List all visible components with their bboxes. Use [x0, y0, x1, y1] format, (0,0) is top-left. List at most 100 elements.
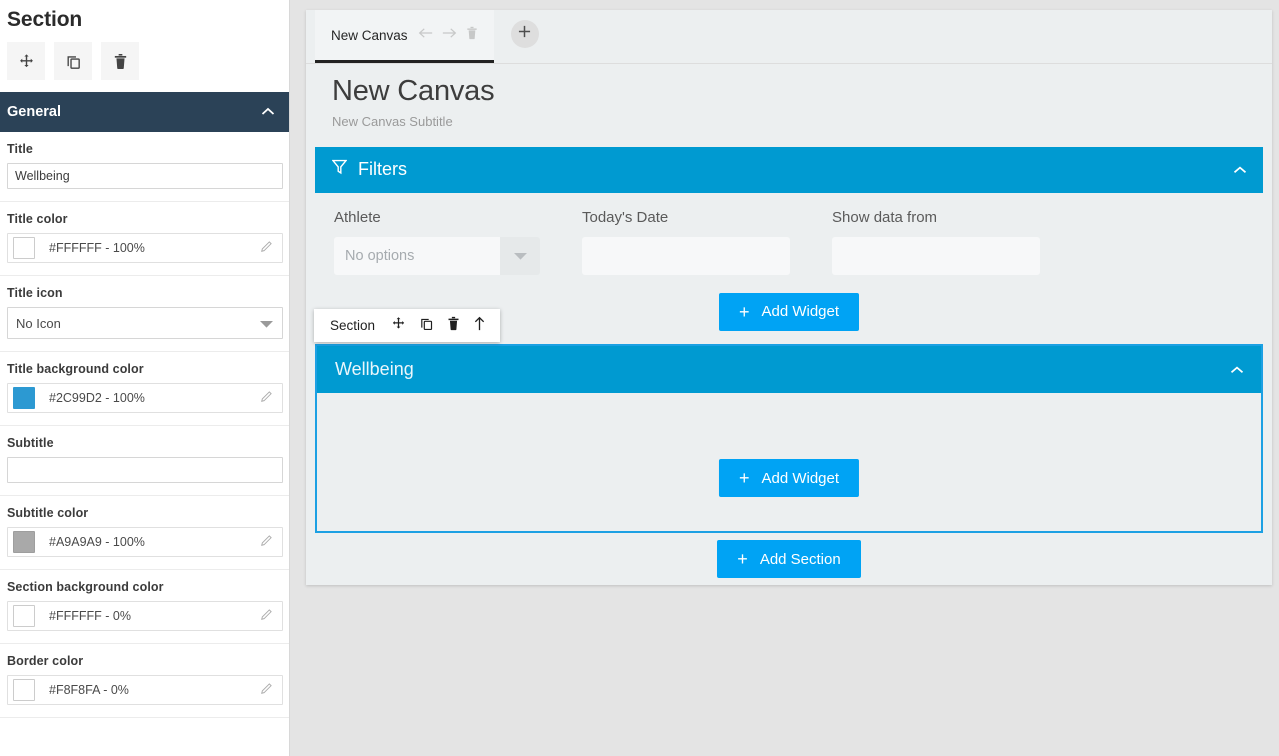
show-data-from-input[interactable]: [832, 236, 1040, 275]
section-bg-color-picker[interactable]: #FFFFFF - 0%: [7, 601, 283, 631]
sidebar-toolbar: [0, 32, 289, 92]
filter-show-data-from-label: Show data from: [832, 208, 938, 226]
title-color-picker[interactable]: #FFFFFF - 100%: [7, 233, 283, 263]
canvas-card: New Canvas New Canvas New Canvas Subtitl…: [306, 10, 1272, 585]
arrow-up-icon[interactable]: [473, 316, 486, 336]
canvas-area: New Canvas New Canvas New Canvas Subtitl…: [290, 0, 1279, 756]
filter-athlete: Athlete No options: [334, 209, 540, 275]
delete-icon[interactable]: [447, 316, 460, 336]
filters-header-left: Filters: [331, 159, 407, 180]
section-toolbar-label: Section: [330, 318, 376, 333]
field-title-color-label: Title color: [7, 212, 68, 226]
add-section-row: + Add Section: [306, 540, 1272, 578]
add-widget-button-filters[interactable]: + Add Widget: [718, 292, 860, 331]
duplicate-icon[interactable]: [419, 316, 434, 336]
section-wellbeing-title: Wellbeing: [335, 359, 414, 379]
field-title-bg-color-label: Title background color: [7, 362, 144, 376]
pencil-icon[interactable]: [260, 533, 274, 552]
add-tab-button[interactable]: [510, 20, 539, 48]
add-widget-button-section[interactable]: + Add Widget: [718, 459, 860, 497]
sidebar-duplicate-button[interactable]: [54, 42, 92, 80]
arrow-left-icon[interactable]: [418, 26, 433, 44]
pencil-icon[interactable]: [260, 389, 274, 408]
subtitle-color-picker[interactable]: #A9A9A9 - 100%: [7, 527, 283, 557]
color-swatch: [13, 679, 35, 701]
chevron-up-icon[interactable]: [1230, 361, 1244, 379]
filter-todays-date-label: Today's Date: [582, 208, 669, 226]
canvas-tabbar: New Canvas: [306, 10, 1272, 64]
pencil-icon[interactable]: [260, 681, 274, 700]
add-widget-label: Add Widget: [761, 469, 840, 487]
add-section-label: Add Section: [759, 550, 841, 568]
title-bg-color-picker[interactable]: #2C99D2 - 100%: [7, 383, 283, 413]
field-section-bg-color-label: Section background color: [7, 580, 164, 594]
field-subtitle-color: Subtitle color #A9A9A9 - 100%: [0, 496, 289, 570]
field-subtitle-label: Subtitle: [7, 436, 54, 450]
chevron-up-icon[interactable]: [1233, 161, 1247, 179]
filter-show-data-from: Show data from: [832, 209, 1040, 275]
sidebar-section-label: General: [7, 104, 61, 120]
filter-todays-date: Today's Date: [582, 209, 790, 275]
filters-title: Filters: [358, 159, 407, 180]
filter-icon: [331, 159, 348, 180]
add-section-button[interactable]: + Add Section: [717, 540, 861, 578]
title-bg-color-value: #2C99D2 - 100%: [49, 391, 145, 405]
filters-header[interactable]: Filters: [315, 146, 1263, 193]
section-wellbeing-header[interactable]: Wellbeing: [317, 346, 1261, 393]
title-input[interactable]: [7, 163, 283, 189]
filter-athlete-label: Athlete: [334, 208, 381, 226]
move-icon[interactable]: [391, 316, 406, 336]
filters-body: Athlete No options Today's Date Show dat…: [315, 192, 1263, 275]
border-color-picker[interactable]: #F8F8FA - 0%: [7, 675, 283, 705]
field-title-label: Title: [7, 142, 33, 156]
plus-icon: [518, 25, 531, 43]
subtitle-input[interactable]: [7, 457, 283, 483]
todays-date-input[interactable]: [582, 236, 790, 275]
duplicate-icon: [65, 53, 82, 70]
field-border-color-label: Border color: [7, 654, 84, 668]
color-swatch: [13, 605, 35, 627]
sidebar-move-button[interactable]: [7, 42, 45, 80]
athlete-select-value: No options: [334, 236, 500, 275]
section-wellbeing[interactable]: Wellbeing + Add Widget: [315, 344, 1263, 533]
subtitle-color-value: #A9A9A9 - 100%: [49, 535, 145, 549]
field-title-color: Title color #FFFFFF - 100%: [0, 202, 289, 276]
sidebar-delete-button[interactable]: [101, 42, 139, 80]
plus-icon: +: [738, 301, 750, 322]
field-section-bg-color: Section background color #FFFFFF - 0%: [0, 570, 289, 644]
section-bg-color-value: #FFFFFF - 0%: [49, 609, 131, 623]
athlete-select[interactable]: No options: [334, 236, 540, 275]
arrow-right-icon[interactable]: [442, 26, 457, 44]
sidebar-section-general[interactable]: General: [0, 92, 289, 132]
color-swatch: [13, 237, 35, 259]
field-subtitle: Subtitle: [0, 426, 289, 496]
color-swatch: [13, 531, 35, 553]
tab-label: New Canvas: [331, 27, 408, 43]
properties-sidebar: Section General Title Wellbeing Title co…: [0, 0, 290, 756]
pencil-icon[interactable]: [260, 239, 274, 258]
section-wellbeing-body: + Add Widget: [317, 393, 1261, 531]
app-root: Section General Title Wellbeing Title co…: [0, 0, 1279, 756]
section-add-widget-row: + Add Widget: [718, 459, 860, 497]
field-title: Title: [0, 132, 289, 202]
plus-icon: +: [737, 549, 748, 569]
canvas-header: New Canvas New Canvas Subtitle: [306, 64, 1272, 129]
canvas-title: New Canvas: [332, 75, 495, 107]
tab-action-icons: [418, 26, 478, 45]
title-icon-select[interactable]: No Icon: [7, 307, 283, 339]
field-title-icon: Title icon No Icon: [0, 276, 289, 352]
color-swatch: [13, 387, 35, 409]
title-color-value: #FFFFFF - 100%: [49, 241, 145, 255]
delete-icon[interactable]: [466, 26, 478, 45]
add-widget-label: Add Widget: [761, 303, 840, 321]
field-title-icon-label: Title icon: [7, 286, 63, 300]
chevron-up-icon[interactable]: [261, 104, 275, 120]
canvas-subtitle: New Canvas Subtitle: [332, 113, 453, 129]
chevron-down-icon[interactable]: [500, 236, 540, 275]
field-border-color: Border color #F8F8FA - 0%: [0, 644, 289, 718]
chevron-down-icon[interactable]: [260, 316, 273, 331]
field-subtitle-color-label: Subtitle color: [7, 506, 89, 520]
pencil-icon[interactable]: [260, 607, 274, 626]
tab-new-canvas[interactable]: New Canvas: [315, 10, 494, 63]
section-toolbar: Section: [314, 309, 501, 342]
